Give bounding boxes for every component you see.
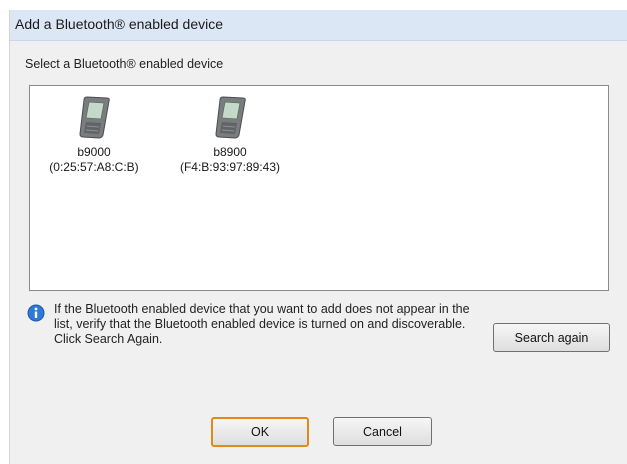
device-list[interactable]: b9000 (0:25:57:A8:C:B) b8900 (F4:B:93:97… <box>29 85 609 291</box>
device-item-b9000[interactable]: b9000 (0:25:57:A8:C:B) <box>30 94 158 175</box>
ok-button[interactable]: OK <box>211 417 309 447</box>
search-again-button[interactable]: Search again <box>493 323 610 352</box>
device-name: b8900 <box>213 145 247 159</box>
device-address: (0:25:57:A8:C:B) <box>49 160 139 174</box>
device-address: (F4:B:93:97:89:43) <box>179 160 281 174</box>
cancel-button[interactable]: Cancel <box>333 417 432 446</box>
mobile-phone-icon <box>79 96 110 139</box>
info-icon <box>27 304 45 322</box>
dialog-title: Add a Bluetooth® enabled device <box>15 16 224 32</box>
dialog-titlebar[interactable]: Add a Bluetooth® enabled device <box>10 10 627 41</box>
device-item-b8900[interactable]: b8900 (F4:B:93:97:89:43) <box>166 94 294 175</box>
device-name: b9000 <box>77 145 111 159</box>
info-message: If the Bluetooth enabled device that you… <box>54 302 470 346</box>
bluetooth-dialog: Add a Bluetooth® enabled device Select a… <box>9 10 627 464</box>
select-device-prompt: Select a Bluetooth® enabled device <box>25 57 224 71</box>
mobile-phone-icon <box>215 96 246 139</box>
